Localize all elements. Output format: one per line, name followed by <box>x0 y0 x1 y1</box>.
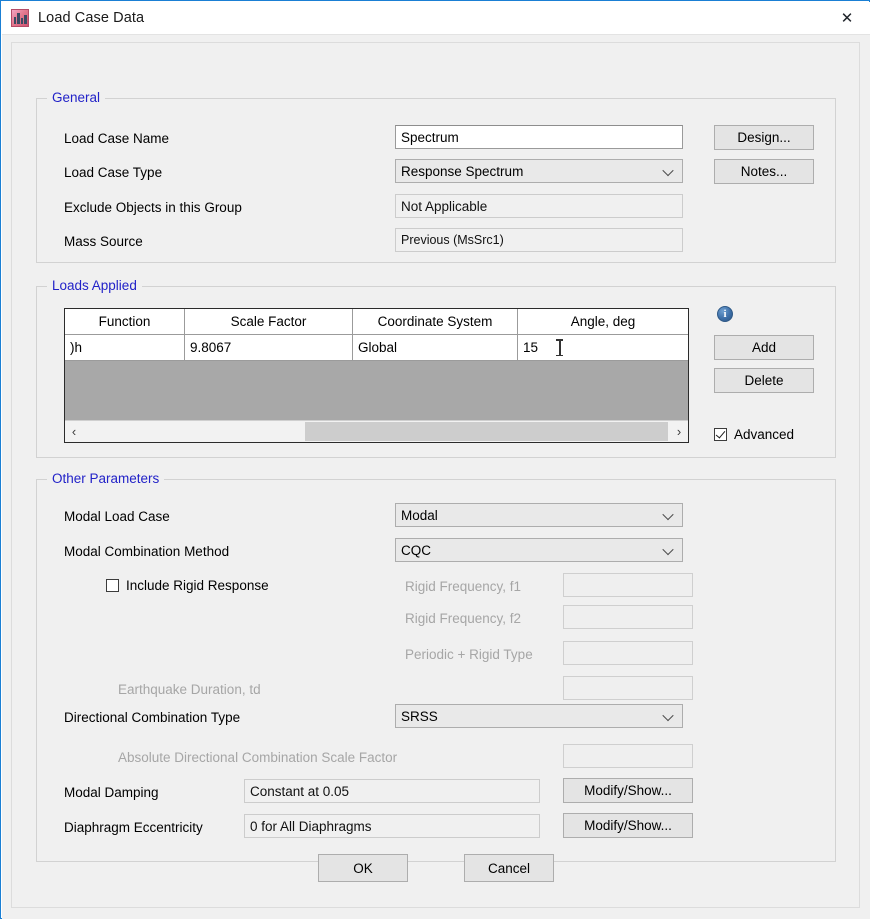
include-rigid-response-checkbox-box[interactable] <box>106 579 119 592</box>
diaphragm-eccentricity-modify-show-button[interactable]: Modify/Show... <box>563 813 693 838</box>
dialog-client-area: General Load Case Name Spectrum Load Cas… <box>2 34 870 919</box>
table-header-row: Function Scale Factor Coordinate System … <box>65 309 688 335</box>
chevron-down-icon <box>664 545 673 554</box>
exclude-objects-label: Exclude Objects in this Group <box>64 200 242 215</box>
absolute-directional-scale-factor-input <box>563 744 693 768</box>
modal-load-case-select[interactable]: Modal <box>395 503 683 527</box>
general-group-title: General <box>47 90 106 105</box>
modal-combination-method-label: Modal Combination Method <box>64 544 230 559</box>
cell-function[interactable]: )h <box>65 335 185 360</box>
column-header-scale-factor[interactable]: Scale Factor <box>185 309 353 334</box>
mass-source-value: Previous (MsSrc1) <box>395 228 683 252</box>
title-bar: Load Case Data ✕ <box>2 2 870 34</box>
modal-damping-modify-show-button[interactable]: Modify/Show... <box>563 778 693 803</box>
exclude-objects-value: Not Applicable <box>395 194 683 218</box>
load-case-type-label: Load Case Type <box>64 165 163 180</box>
scroll-right-icon[interactable]: › <box>670 421 688 442</box>
chevron-down-icon <box>664 510 673 519</box>
modal-combination-method-value: CQC <box>401 542 431 558</box>
other-parameters-group-title: Other Parameters <box>47 471 165 486</box>
scrollbar-thumb[interactable] <box>305 422 668 441</box>
advanced-checkbox[interactable]: Advanced <box>714 427 794 442</box>
ok-button[interactable]: OK <box>318 854 408 882</box>
load-case-name-input[interactable]: Spectrum <box>395 125 683 149</box>
cell-angle-deg[interactable]: 15 <box>518 335 688 360</box>
modal-load-case-value: Modal <box>401 507 438 523</box>
rigid-frequency-f1-input <box>563 573 693 597</box>
load-case-data-dialog: Load Case Data ✕ General Load Case Name … <box>0 0 870 919</box>
rigid-frequency-f1-label: Rigid Frequency, f1 <box>405 579 522 594</box>
earthquake-duration-input <box>563 676 693 700</box>
advanced-checkbox-label: Advanced <box>734 427 795 442</box>
column-header-coordinate-system[interactable]: Coordinate System <box>353 309 518 334</box>
notes-button[interactable]: Notes... <box>714 159 814 184</box>
rigid-frequency-f2-input <box>563 605 693 629</box>
modal-load-case-label: Modal Load Case <box>64 509 170 524</box>
earthquake-duration-label: Earthquake Duration, td <box>118 682 261 697</box>
directional-combination-type-select[interactable]: SRSS <box>395 704 683 728</box>
mass-source-label: Mass Source <box>64 234 143 249</box>
building-icon <box>11 9 29 27</box>
loads-applied-table[interactable]: Function Scale Factor Coordinate System … <box>64 308 689 443</box>
scroll-left-icon[interactable]: ‹ <box>65 421 83 442</box>
add-button[interactable]: Add <box>714 335 814 360</box>
advanced-checkbox-box[interactable] <box>714 428 727 441</box>
column-header-angle-deg[interactable]: Angle, deg <box>518 309 688 334</box>
cancel-button[interactable]: Cancel <box>464 854 554 882</box>
directional-combination-type-label: Directional Combination Type <box>64 710 241 725</box>
table-horizontal-scrollbar[interactable]: ‹ › <box>65 420 688 442</box>
modal-combination-method-select[interactable]: CQC <box>395 538 683 562</box>
design-button[interactable]: Design... <box>714 125 814 150</box>
column-header-function[interactable]: Function <box>65 309 185 334</box>
absolute-directional-scale-factor-label: Absolute Directional Combination Scale F… <box>118 750 398 765</box>
delete-button[interactable]: Delete <box>714 368 814 393</box>
diaphragm-eccentricity-label: Diaphragm Eccentricity <box>64 820 203 835</box>
chevron-down-icon <box>664 166 673 175</box>
load-case-name-label: Load Case Name <box>64 131 170 146</box>
directional-combination-type-value: SRSS <box>401 708 438 724</box>
modal-damping-value: Constant at 0.05 <box>244 779 540 803</box>
periodic-rigid-type-label: Periodic + Rigid Type <box>405 647 533 662</box>
load-case-type-select[interactable]: Response Spectrum <box>395 159 683 183</box>
periodic-rigid-type-input <box>563 641 693 665</box>
chevron-down-icon <box>664 711 673 720</box>
loads-applied-group-title: Loads Applied <box>47 278 142 293</box>
dialog-inner-panel: General Load Case Name Spectrum Load Cas… <box>11 42 860 908</box>
close-icon[interactable]: ✕ <box>824 2 870 33</box>
window-title: Load Case Data <box>38 10 145 26</box>
load-case-type-value: Response Spectrum <box>401 163 524 179</box>
other-parameters-group: Other Parameters <box>36 471 836 862</box>
cell-coordinate-system[interactable]: Global <box>353 335 518 360</box>
cell-scale-factor[interactable]: 9.8067 <box>185 335 353 360</box>
cell-angle-value: 15 <box>523 340 539 355</box>
table-row[interactable]: )h 9.8067 Global 15 <box>65 335 688 361</box>
text-cursor-icon <box>556 339 563 356</box>
diaphragm-eccentricity-value: 0 for All Diaphragms <box>244 814 540 838</box>
rigid-frequency-f2-label: Rigid Frequency, f2 <box>405 611 522 626</box>
include-rigid-response-label: Include Rigid Response <box>126 578 269 593</box>
include-rigid-response-checkbox[interactable]: Include Rigid Response <box>106 578 269 593</box>
modal-damping-label: Modal Damping <box>64 785 159 800</box>
info-icon[interactable]: i <box>717 306 733 322</box>
